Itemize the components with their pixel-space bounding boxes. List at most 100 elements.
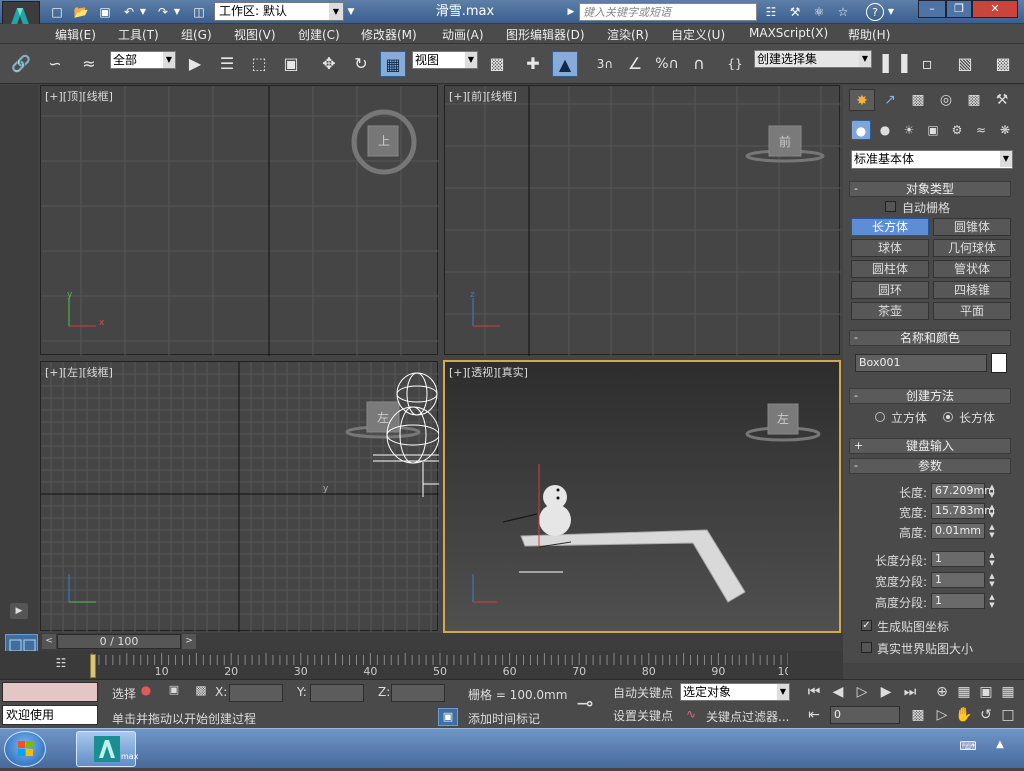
key-filters-icon[interactable]: ∿ xyxy=(682,707,700,725)
open-file-icon[interactable]: 📂 xyxy=(72,3,90,21)
window-crossing-icon[interactable]: ▣ xyxy=(278,51,304,77)
field-of-view-icon[interactable]: ▷ xyxy=(932,705,952,725)
zoom-extents-icon[interactable]: ▣ xyxy=(976,682,996,702)
redo-icon[interactable]: ↷ xyxy=(154,3,172,21)
save-file-icon[interactable]: ▣ xyxy=(96,3,114,21)
helpers-icon[interactable]: ⚙ xyxy=(947,120,967,140)
redo-dropdown-icon[interactable]: ▼ xyxy=(172,3,182,21)
unlink-icon[interactable]: ∽ xyxy=(42,51,68,77)
object-type-button[interactable]: 长方体 xyxy=(851,218,929,236)
auto-key-button[interactable]: 自动关键点 xyxy=(610,683,676,703)
menu-create[interactable]: 创建(C) xyxy=(298,26,340,43)
time-config-icon[interactable]: ▩ xyxy=(908,705,928,725)
object-type-button[interactable]: 球体 xyxy=(851,239,929,257)
key-filters-button[interactable]: 关键点过滤器... xyxy=(706,708,789,725)
add-time-tag-label[interactable]: 添加时间标记 xyxy=(468,710,540,727)
modify-tab-icon[interactable]: ↗ xyxy=(877,89,903,111)
time-prev-icon[interactable]: < xyxy=(42,634,56,649)
utilities-tab-icon[interactable]: ⚒ xyxy=(989,89,1015,111)
start-button-icon[interactable] xyxy=(4,731,46,767)
reference-coord-dropdown[interactable]: 视图 ▼ xyxy=(412,51,478,69)
viewcube-front-face[interactable]: 前 xyxy=(774,133,796,150)
workspace-dropdown[interactable]: 工作区: 默认 ▼ xyxy=(214,2,344,21)
play-icon[interactable]: ▷ xyxy=(852,682,872,702)
time-slider[interactable]: < 0 / 100 > xyxy=(0,633,843,670)
binoculars-icon[interactable]: ☷ xyxy=(762,3,780,21)
named-selection-dropdown[interactable]: 创建选择集 ▼ xyxy=(754,50,872,68)
spinner-arrows-icon[interactable]: ▲ ▼ xyxy=(987,523,997,539)
pivot-center-icon[interactable]: ▩ xyxy=(484,51,510,77)
help-icon[interactable]: ? xyxy=(866,3,884,21)
undo-dropdown-icon[interactable]: ▼ xyxy=(138,3,148,21)
absolute-mode-icon[interactable]: ▩ xyxy=(193,683,209,699)
selection-filter-dropdown[interactable]: 全部 ▼ xyxy=(110,51,176,69)
spinner-arrows-icon[interactable]: ▲ ▼ xyxy=(987,572,997,588)
pan-hand-icon[interactable]: ✋ xyxy=(954,705,974,725)
cube-radio[interactable] xyxy=(875,412,885,422)
show-hidden-icons[interactable]: ▲ xyxy=(992,739,1008,757)
angle-snap-icon[interactable]: ∠ xyxy=(622,51,648,77)
taskbar-3dsmax-button[interactable]: max xyxy=(76,731,138,767)
zoom-extents-all-icon[interactable]: ▦ xyxy=(998,682,1018,702)
menu-help[interactable]: 帮助(H) xyxy=(848,26,890,43)
object-type-button[interactable]: 圆环 xyxy=(851,281,929,299)
z-coord-input[interactable] xyxy=(391,684,445,702)
creation-method-rollout-header[interactable]: - 创建方法 xyxy=(849,388,1011,404)
search-arrow-icon[interactable]: ▶ xyxy=(565,3,577,21)
menu-modifiers[interactable]: 修改器(M) xyxy=(361,26,417,43)
param-spinner-input[interactable]: 1 xyxy=(931,551,985,567)
maxscript-mini-listener[interactable] xyxy=(2,682,98,702)
systems-icon[interactable]: ❋ xyxy=(995,120,1015,140)
selection-lock-icon[interactable]: ● xyxy=(138,683,154,699)
object-type-button[interactable]: 圆锥体 xyxy=(933,218,1011,236)
x-coord-input[interactable] xyxy=(229,684,283,702)
viewcube-top-face[interactable]: 上 xyxy=(373,132,395,149)
gen-map-coords-checkbox[interactable]: ✓ xyxy=(861,620,872,631)
track-bar[interactable]: ☷ 10 20 30 40 50 60 70 80 90 100 xyxy=(0,651,843,679)
keyboard-tray-icon[interactable]: ⌨ xyxy=(958,739,978,757)
menu-rendering[interactable]: 渲染(R) xyxy=(607,26,649,43)
name-color-rollout-header[interactable]: - 名称和颜色 xyxy=(849,330,1011,346)
object-color-swatch[interactable] xyxy=(991,353,1007,373)
object-type-button[interactable]: 几何球体 xyxy=(933,239,1011,257)
rect-selection-icon[interactable]: ⬚ xyxy=(246,51,272,77)
cameras-icon[interactable]: ▣ xyxy=(923,120,943,140)
viewport-left[interactable]: [+][左][线框] 左 y xyxy=(40,361,439,632)
create-tab-icon[interactable]: ✸ xyxy=(849,89,875,111)
select-manipulate-icon[interactable]: ✚ xyxy=(520,51,546,77)
key-mode-toggle-icon[interactable]: ⇤ xyxy=(804,705,824,725)
object-type-button[interactable]: 管状体 xyxy=(933,260,1011,278)
snap-toggle-icon[interactable]: 3∩ xyxy=(592,51,618,77)
scale-icon[interactable]: ▦ xyxy=(380,51,406,77)
viewport-front[interactable]: [+][前][线框] 前 z xyxy=(444,85,841,356)
y-coord-input[interactable] xyxy=(310,684,364,702)
next-frame-icon[interactable]: ▶ xyxy=(876,682,896,702)
object-type-rollout-header[interactable]: - 对象类型 xyxy=(849,181,1011,197)
go-to-end-icon[interactable]: ⏭ xyxy=(900,682,920,702)
spacewarps-icon[interactable]: ≈ xyxy=(971,120,991,140)
keyboard-entry-rollout-header[interactable]: + 键盘输入 xyxy=(849,438,1011,454)
current-frame-input[interactable]: 0 xyxy=(830,706,900,724)
zoom-icon[interactable]: ⊕ xyxy=(932,682,952,702)
add-time-tag-icon[interactable]: ▣ xyxy=(438,708,458,726)
box-radio[interactable] xyxy=(943,412,953,422)
object-type-button[interactable]: 茶壶 xyxy=(851,302,929,320)
param-spinner-input[interactable]: 1 xyxy=(931,593,985,609)
zoom-all-icon[interactable]: ▦ xyxy=(954,682,974,702)
favorites-star-icon[interactable]: ☆ xyxy=(834,3,852,21)
spinner-arrows-icon[interactable]: ▲ ▼ xyxy=(987,503,997,519)
menu-tools[interactable]: 工具(T) xyxy=(118,26,159,43)
new-file-icon[interactable]: □ xyxy=(48,3,66,21)
param-spinner-input[interactable]: 0.01mm xyxy=(931,523,985,539)
object-name-input[interactable]: Box001 xyxy=(855,354,987,372)
close-button[interactable]: ✕ xyxy=(972,0,1018,18)
align-icon[interactable]: ▫ xyxy=(914,51,940,77)
viewport-front-label[interactable]: [+][前][线框] xyxy=(449,88,517,104)
time-next-icon[interactable]: > xyxy=(182,634,196,649)
edit-named-selection-icon[interactable]: {} xyxy=(722,51,748,77)
previous-frame-icon[interactable]: ◀ xyxy=(828,682,848,702)
render-setup-icon[interactable]: ▩ xyxy=(990,51,1016,77)
orbit-icon[interactable]: ↺ xyxy=(976,705,996,725)
minimize-button[interactable]: – xyxy=(918,0,946,18)
key-mode-dropdown[interactable]: 选定对象 ▼ xyxy=(680,683,790,701)
